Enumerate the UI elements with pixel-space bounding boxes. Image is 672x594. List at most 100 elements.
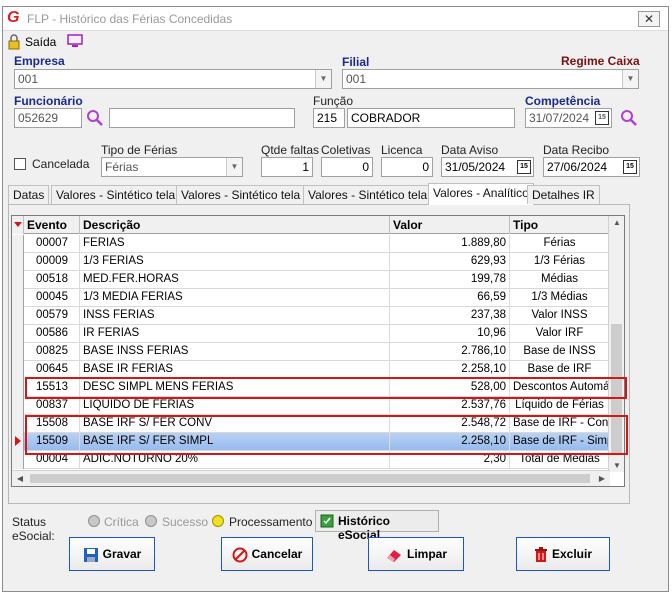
table-row-selected[interactable]: 15509 BASE IRF S/ FER SIMPL 2.258,10 Bas…: [12, 433, 610, 451]
clear-button[interactable]: Limpar: [368, 537, 464, 571]
save-label: Gravar: [102, 547, 142, 561]
events-grid[interactable]: Evento Descrição Valor Tipo 00007 FERIAS…: [11, 215, 625, 487]
row-indicator: [12, 343, 24, 361]
calendar-icon[interactable]: 15: [595, 111, 609, 125]
competencia-field[interactable]: 31/07/2024 15: [525, 108, 612, 128]
scroll-up-icon[interactable]: ▲: [609, 218, 624, 227]
qtde-faltas-label: Qtde faltas: [261, 143, 320, 157]
cancel-label: Cancelar: [251, 547, 303, 561]
cell-tipo: 1/3 Médias: [510, 289, 610, 307]
cell-evento: 00825: [24, 343, 80, 361]
clear-label: Limpar: [406, 547, 447, 561]
monitor-icon[interactable]: [67, 34, 83, 48]
search-icon[interactable]: [86, 109, 104, 127]
tipo-ferias-value: Férias: [105, 160, 139, 174]
table-row[interactable]: 00837 LIQUIDO DE FERIAS 2.537,76 Líquido…: [12, 397, 610, 415]
tab-sintetico-3[interactable]: Valores - Sintético tela 3: [303, 185, 443, 204]
table-row[interactable]: 00825 BASE INSS FERIAS 2.786,10 Base de …: [12, 343, 610, 361]
scroll-down-icon[interactable]: ▼: [609, 461, 624, 470]
close-button[interactable]: ✕: [638, 11, 660, 27]
cell-evento: 15513: [24, 379, 80, 397]
cell-tipo: Valor IRF: [510, 325, 610, 343]
scroll-right-icon[interactable]: ▶: [594, 474, 610, 483]
row-indicator: [12, 307, 24, 325]
row-indicator: [12, 235, 24, 253]
calendar-icon[interactable]: 15: [517, 160, 531, 174]
tab-datas[interactable]: Datas: [8, 185, 50, 204]
calendar-icon[interactable]: 15: [623, 160, 637, 174]
licenca-field[interactable]: 0: [381, 157, 433, 177]
cell-evento: 00518: [24, 271, 80, 289]
cell-evento: 00579: [24, 307, 80, 325]
cancel-button[interactable]: Cancelar: [221, 537, 313, 571]
cell-evento: 00009: [24, 253, 80, 271]
table-row[interactable]: 00045 1/3 MEDIA FERIAS 66,59 1/3 Médias: [12, 289, 610, 307]
cell-descricao: BASE IRF S/ FER SIMPL: [80, 433, 390, 451]
cell-valor: 2,30: [390, 451, 510, 469]
exit-label[interactable]: Saída: [25, 35, 56, 49]
cell-descricao: 1/3 FERIAS: [80, 253, 390, 271]
delete-label: Excluir: [551, 547, 593, 561]
cell-tipo: Base de INSS: [510, 343, 610, 361]
save-button[interactable]: Gravar: [69, 537, 155, 571]
table-row[interactable]: 00586 IR FERIAS 10,96 Valor IRF: [12, 325, 610, 343]
table-row[interactable]: 00518 MED.FER.HORAS 199,78 Médias: [12, 271, 610, 289]
header-evento[interactable]: Evento: [24, 216, 80, 234]
cell-valor: 10,96: [390, 325, 510, 343]
filial-select[interactable]: 001 ▼: [342, 69, 639, 89]
cell-valor: 199,78: [390, 271, 510, 289]
data-aviso-field[interactable]: 31/05/2024 15: [441, 157, 534, 177]
row-indicator: [12, 397, 24, 415]
chevron-down-icon[interactable]: ▼: [226, 158, 242, 176]
cell-descricao: ADIC.NOTURNO 20%: [80, 451, 390, 469]
tab-sintetico-2[interactable]: Valores - Sintético tela 2: [176, 185, 316, 204]
header-descricao[interactable]: Descrição: [80, 216, 390, 234]
cell-valor: 1.889,80: [390, 235, 510, 253]
floppy-disk-icon: [83, 547, 98, 562]
header-valor[interactable]: Valor: [390, 216, 510, 234]
tab-sintetico-1[interactable]: Valores - Sintético tela 1: [51, 185, 191, 204]
cancelada-checkbox[interactable]: [14, 158, 26, 170]
status-label: Status eSocial:: [12, 515, 55, 543]
table-row[interactable]: 15513 DESC SIMPL MENS FERIAS 528,00 Desc…: [12, 379, 610, 397]
funcao-name-field: COBRADOR: [347, 108, 515, 128]
vertical-scrollbar[interactable]: ▲ ▼: [608, 216, 624, 472]
search-icon[interactable]: [620, 109, 638, 127]
cell-descricao: IR FERIAS: [80, 325, 390, 343]
table-row[interactable]: 00645 BASE IR FERIAS 2.258,10 Base de IR…: [12, 361, 610, 379]
table-row[interactable]: 15508 BASE IRF S/ FER CONV 2.548,72 Base…: [12, 415, 610, 433]
row-indicator: [12, 361, 24, 379]
cell-valor: 2.786,10: [390, 343, 510, 361]
scroll-thumb-h[interactable]: [30, 474, 590, 483]
tipo-ferias-select[interactable]: Férias ▼: [101, 157, 243, 177]
row-indicator: [12, 379, 24, 397]
funcionario-name-field[interactable]: [109, 108, 295, 128]
qtde-faltas-field[interactable]: 1: [261, 157, 313, 177]
empresa-select[interactable]: 001 ▼: [14, 69, 332, 89]
chevron-down-icon[interactable]: ▼: [622, 70, 638, 88]
tab-analitico[interactable]: Valores - Analítico: [428, 183, 534, 205]
scroll-thumb[interactable]: [611, 324, 622, 454]
scroll-left-icon[interactable]: ◀: [12, 474, 28, 483]
chevron-down-icon[interactable]: ▼: [315, 70, 331, 88]
delete-button[interactable]: Excluir: [516, 537, 610, 571]
grid-header: Evento Descrição Valor Tipo: [12, 216, 610, 234]
data-recibo-field[interactable]: 27/06/2024 15: [543, 157, 640, 177]
cell-valor: 2.258,10: [390, 361, 510, 379]
table-row[interactable]: 00579 INSS FERIAS 237,38 Valor INSS: [12, 307, 610, 325]
sort-indicator-icon[interactable]: [12, 216, 24, 234]
header-tipo[interactable]: Tipo: [510, 216, 610, 234]
table-row[interactable]: 00004 ADIC.NOTURNO 20% 2,30 Total de Méd…: [12, 451, 610, 469]
critica-indicator-icon: [88, 515, 100, 527]
table-row[interactable]: 00007 FERIAS 1.889,80 Férias: [12, 235, 610, 253]
table-row[interactable]: 00009 1/3 FERIAS 629,93 1/3 Férias: [12, 253, 610, 271]
historico-esocial-button[interactable]: Histórico eSocial: [315, 510, 439, 542]
horizontal-scrollbar[interactable]: ◀ ▶: [12, 470, 610, 486]
tipo-ferias-label: Tipo de Férias: [101, 143, 178, 157]
cell-descricao: INSS FERIAS: [80, 307, 390, 325]
lock-icon[interactable]: [7, 34, 21, 50]
cell-evento: 15509: [24, 433, 80, 451]
funcionario-code-field[interactable]: 052629: [14, 108, 82, 128]
coletivas-field[interactable]: 0: [321, 157, 373, 177]
tab-detalhes-ir[interactable]: Detalhes IR: [527, 185, 600, 204]
